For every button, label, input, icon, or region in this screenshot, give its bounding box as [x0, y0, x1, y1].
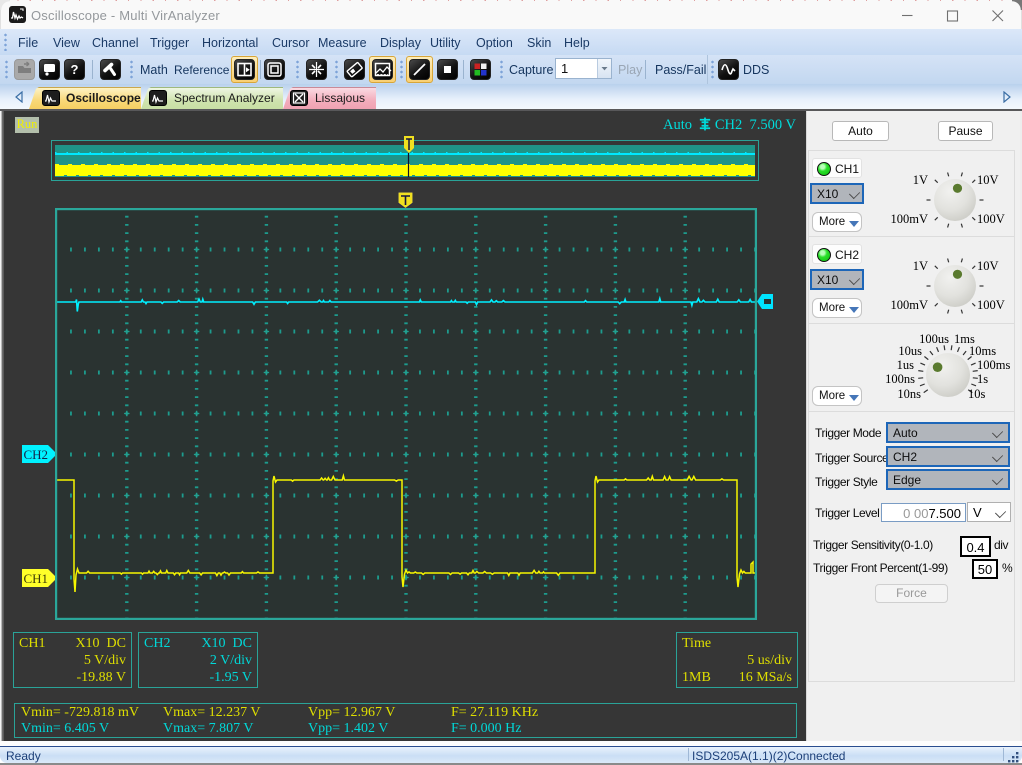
- svg-text:CH1: CH1: [24, 571, 49, 586]
- svg-text:CH2: CH2: [24, 447, 49, 462]
- svg-text:?: ?: [71, 62, 79, 77]
